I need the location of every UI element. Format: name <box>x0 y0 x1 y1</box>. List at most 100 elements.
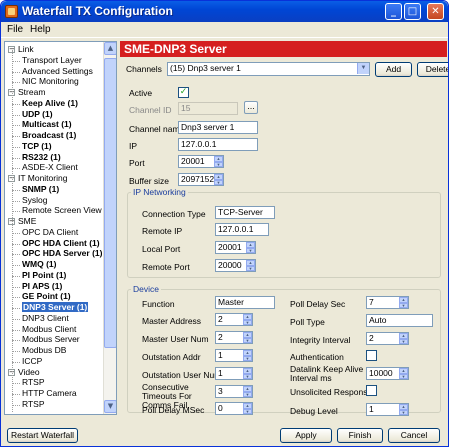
scroll-up-icon[interactable]: ▲ <box>104 42 116 55</box>
tree-item[interactable]: Video <box>18 367 40 377</box>
outstation-addr-stepper[interactable]: 1 ▲ ▼ <box>215 349 253 362</box>
tree-item[interactable]: Keep Alive (1) <box>22 98 78 108</box>
tree-item[interactable]: Stream <box>18 87 45 97</box>
remote-port-stepper[interactable]: 20000 ▲ ▼ <box>215 259 256 272</box>
tree-connector-line <box>12 157 20 159</box>
navigation-tree[interactable]: − Link Transport Layer Advanced Settings NIC… <box>4 41 117 415</box>
function-field[interactable]: Master <box>215 296 275 309</box>
tree-item[interactable]: WMQ (1) <box>22 259 56 269</box>
minimize-icon[interactable]: _ <box>385 3 402 20</box>
buffer-size-label: Buffer size <box>129 176 170 186</box>
outstation-user-num-spin-icon[interactable]: ▲ ▼ <box>243 368 252 379</box>
restart-waterfall-button[interactable]: Restart Waterfall <box>7 428 78 443</box>
consecutive-timeouts-value: 3 <box>218 386 223 396</box>
consecutive-timeouts-spin-icon[interactable]: ▲ ▼ <box>243 386 252 397</box>
tree-item[interactable]: OPC HDA Server (1) <box>22 248 102 258</box>
tree-item[interactable]: IT Monitoring <box>18 173 67 183</box>
tree-item[interactable]: Remote Screen View <box>22 205 102 215</box>
master-address-label: Master Address <box>142 316 202 326</box>
tree-item[interactable]: RTSP <box>22 399 45 409</box>
menu-help[interactable]: Help <box>30 24 51 35</box>
poll-type-field[interactable]: Auto <box>366 314 433 327</box>
integrity-interval-spin-icon[interactable]: ▲ ▼ <box>399 333 408 344</box>
poll-delay-msec-spin-icon[interactable]: ▲ ▼ <box>243 403 252 414</box>
datalink-keep-alive-spin-icon[interactable]: ▲ ▼ <box>399 368 408 379</box>
close-icon[interactable]: ✕ <box>427 3 444 20</box>
buffer-size-stepper[interactable]: 20971520 ▲ ▼ <box>178 173 224 186</box>
tree-item[interactable]: Transport Layer <box>22 55 82 65</box>
tree-item[interactable]: Modbus DB <box>22 345 66 355</box>
outstation-user-num-stepper[interactable]: 1 ▲ ▼ <box>215 367 253 380</box>
tree-item[interactable]: Link <box>18 44 34 54</box>
chevron-down-icon[interactable]: ▼ <box>357 63 369 74</box>
authentication-checkbox[interactable] <box>366 350 377 361</box>
tree-item[interactable]: SNMP (1) <box>22 184 59 194</box>
tree-item[interactable]: Broadcast (1) <box>22 130 76 140</box>
local-port-stepper[interactable]: 20001 ▲ ▼ <box>215 241 256 254</box>
port-stepper[interactable]: 20001 ▲ ▼ <box>178 155 224 168</box>
buffer-spin-icon[interactable]: ▲ ▼ <box>214 174 223 185</box>
unsolicited-responses-checkbox[interactable] <box>366 385 377 396</box>
outstation-addr-value: 1 <box>218 350 223 360</box>
tree-item[interactable]: NIC Monitoring <box>22 76 79 86</box>
apply-button[interactable]: Apply <box>280 428 332 443</box>
outstation-addr-spin-icon[interactable]: ▲ ▼ <box>243 350 252 361</box>
connection-type-field[interactable]: TCP-Server <box>215 206 275 219</box>
master-user-num-stepper[interactable]: 2 ▲ ▼ <box>215 331 253 344</box>
tree-item-selected[interactable]: DNP3 Server (1) <box>22 302 89 312</box>
scroll-down-icon[interactable]: ▼ <box>104 400 116 413</box>
delete-channel-button[interactable]: Delete <box>417 62 448 77</box>
tree-item[interactable]: HTTP Camera <box>22 388 77 398</box>
tree-item[interactable]: Syslog <box>22 195 48 205</box>
tree-connector-line <box>12 394 20 395</box>
tree-item[interactable]: GE Point (1) <box>22 291 71 301</box>
tree-item[interactable]: OPC HDA Client (1) <box>22 238 100 248</box>
connection-type-label: Connection Type <box>142 209 206 219</box>
ip-field[interactable]: 127.0.0.1 <box>178 138 258 151</box>
add-channel-button[interactable]: Add <box>375 62 412 77</box>
channel-id-browse-button[interactable]: ... <box>244 101 258 114</box>
finish-button[interactable]: Finish <box>337 428 383 443</box>
consecutive-timeouts-stepper[interactable]: 3 ▲ ▼ <box>215 385 253 398</box>
scroll-thumb[interactable] <box>104 58 116 348</box>
integrity-interval-stepper[interactable]: 2 ▲ ▼ <box>366 332 409 345</box>
channel-name-field[interactable]: Dnp3 server 1 <box>178 121 258 134</box>
tree-item[interactable]: SME <box>18 216 36 226</box>
debug-level-spin-icon[interactable]: ▲ ▼ <box>399 404 408 415</box>
maximize-icon[interactable]: □ <box>404 3 421 20</box>
poll-delay-sec-spin-icon[interactable]: ▲ ▼ <box>399 297 408 308</box>
tree-item[interactable]: Modbus Client <box>22 324 76 334</box>
master-address-spin-icon[interactable]: ▲ ▼ <box>243 314 252 325</box>
tree-item[interactable]: RTSP <box>22 377 45 387</box>
tree-item[interactable]: TCP (1) <box>22 141 52 151</box>
tree-scrollbar[interactable]: ▲ ▼ <box>103 42 116 414</box>
channels-select[interactable]: (15) Dnp3 server 1 ▼ <box>167 62 370 76</box>
remote-ip-field[interactable]: 127.0.0.1 <box>215 223 269 236</box>
active-checkbox[interactable]: ✓ <box>178 87 189 98</box>
local-port-spin-icon[interactable]: ▲ ▼ <box>246 242 255 253</box>
tree-item[interactable]: DNP3 Client <box>22 313 69 323</box>
tree-item[interactable]: Multicast (1) <box>22 119 72 129</box>
datalink-keep-alive-stepper[interactable]: 10000 ▲ ▼ <box>366 367 409 380</box>
tree-connector-line <box>12 60 20 62</box>
tree-item[interactable]: RS232 (1) <box>22 152 61 162</box>
tree-item[interactable]: PI Point (1) <box>22 270 66 280</box>
tree-item[interactable]: ASDE-X Client <box>22 162 78 172</box>
master-address-stepper[interactable]: 2 ▲ ▼ <box>215 313 253 326</box>
tree-item[interactable]: PI APS (1) <box>22 281 62 291</box>
tree-item[interactable]: OPC DA Client <box>22 227 78 237</box>
tree-item[interactable]: Advanced Settings <box>22 66 93 76</box>
debug-level-stepper[interactable]: 1 ▲ ▼ <box>366 403 409 416</box>
title-bar[interactable]: Waterfall TX Configuration _ □ ✕ <box>1 1 448 22</box>
port-spin-icon[interactable]: ▲ ▼ <box>214 156 223 167</box>
cancel-button[interactable]: Cancel <box>388 428 440 443</box>
poll-delay-sec-stepper[interactable]: 7 ▲ ▼ <box>366 296 409 309</box>
tree-item[interactable]: ICCP <box>22 356 42 366</box>
channel-id-field[interactable]: 15 <box>178 102 238 115</box>
menu-file[interactable]: File <box>7 24 23 35</box>
tree-item[interactable]: Modbus Server <box>22 334 80 344</box>
master-user-num-spin-icon[interactable]: ▲ ▼ <box>243 332 252 343</box>
remote-port-spin-icon[interactable]: ▲ ▼ <box>246 260 255 271</box>
poll-delay-msec-stepper[interactable]: 0 ▲ ▼ <box>215 402 253 415</box>
tree-item[interactable]: UDP (1) <box>22 109 53 119</box>
